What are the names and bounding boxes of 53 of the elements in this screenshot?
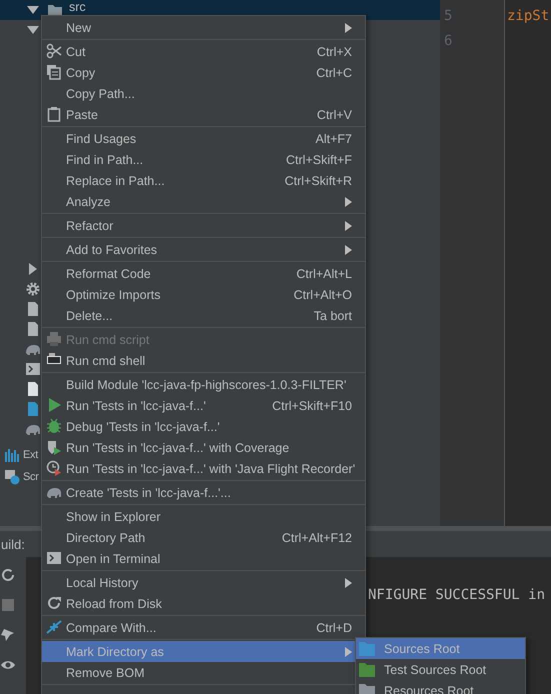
menu-item[interactable]: Delete... Ta bort <box>42 305 365 326</box>
file-icon <box>25 401 41 417</box>
bug-icon <box>46 418 62 434</box>
tool-window-label[interactable]: Ext <box>23 449 38 461</box>
refresh-icon <box>0 567 16 583</box>
clock-play-icon <box>46 460 62 476</box>
code-text: zipSt <box>507 8 550 24</box>
menu-item[interactable]: Run 'Tests in 'lcc-java-f...' with 'Java Flight Recorder' <box>42 458 365 479</box>
menu-item[interactable]: Copy Ctrl+C <box>42 62 365 83</box>
menu-item[interactable]: Create 'Tests in 'lcc-java-f...'... <box>42 482 365 503</box>
bar-chart-icon <box>4 447 20 463</box>
menu-item[interactable]: Cut Ctrl+X <box>42 41 365 62</box>
clipboard-icon <box>46 106 62 122</box>
copy-icon <box>46 64 62 80</box>
menu-item[interactable]: Analyze <box>42 191 365 212</box>
menu-item[interactable]: Add to Favorites <box>42 239 365 260</box>
panel-title: uild: <box>1 536 25 552</box>
menu-item[interactable]: Test Sources Root <box>356 659 525 680</box>
menu-item[interactable]: Directory Path Ctrl+Alt+F12 <box>42 527 365 548</box>
shield-play-icon <box>46 439 62 455</box>
menu-item[interactable]: Build Module 'lcc-java-fp-highscores-1.0.3-FILTER' <box>42 374 365 395</box>
menu-item[interactable]: Show in Explorer <box>42 506 365 527</box>
play-icon <box>46 397 62 413</box>
menu-item[interactable]: Copy Path... <box>42 83 365 104</box>
tool-window-label[interactable]: Scr <box>23 471 39 483</box>
menu-item[interactable]: Replace in Path... Ctrl+Skift+R <box>42 170 365 191</box>
menu-item[interactable]: Debug 'Tests in 'lcc-java-f...' <box>42 416 365 437</box>
refresh-icon <box>46 595 62 611</box>
menu-item[interactable]: Run 'Tests in 'lcc-java-f...' with Coverage <box>42 437 365 458</box>
stop-icon <box>0 597 16 613</box>
folder-icon <box>47 2 63 18</box>
file-icon <box>25 381 41 397</box>
menu-item[interactable]: Local History <box>42 572 365 593</box>
console-output: NFIGURE SUCCESSFUL in <box>368 587 546 603</box>
menu-item[interactable]: Find in Path... Ctrl+Skift+F <box>42 149 365 170</box>
file-icon <box>25 301 41 317</box>
menu-item[interactable]: Run 'Tests in 'lcc-java-f...' Ctrl+Skift+F10 <box>42 395 365 416</box>
scissors-icon <box>46 43 62 59</box>
menu-item[interactable]: Reformat Code Ctrl+Alt+L <box>42 263 365 284</box>
menu-item[interactable]: Compare With... Ctrl+D <box>42 617 365 638</box>
menu-item[interactable]: Refactor <box>42 215 365 236</box>
terminal-icon <box>46 550 62 566</box>
menu-item[interactable]: Run cmd shell <box>42 350 365 371</box>
printer-icon <box>46 331 62 347</box>
tree-item[interactable]: src <box>69 0 86 14</box>
menu-item[interactable]: Paste Ctrl+V <box>42 104 365 125</box>
menu-item[interactable]: Reload from Disk <box>42 593 365 614</box>
file-icon <box>25 321 41 337</box>
menu-item[interactable]: Find Usages Alt+F7 <box>42 128 365 149</box>
menu-item[interactable]: Open in Terminal <box>42 548 365 569</box>
gear-icon <box>25 281 41 297</box>
menu-item[interactable]: New <box>42 17 365 38</box>
menu-item[interactable]: Optimize Imports Ctrl+Alt+O <box>42 284 365 305</box>
